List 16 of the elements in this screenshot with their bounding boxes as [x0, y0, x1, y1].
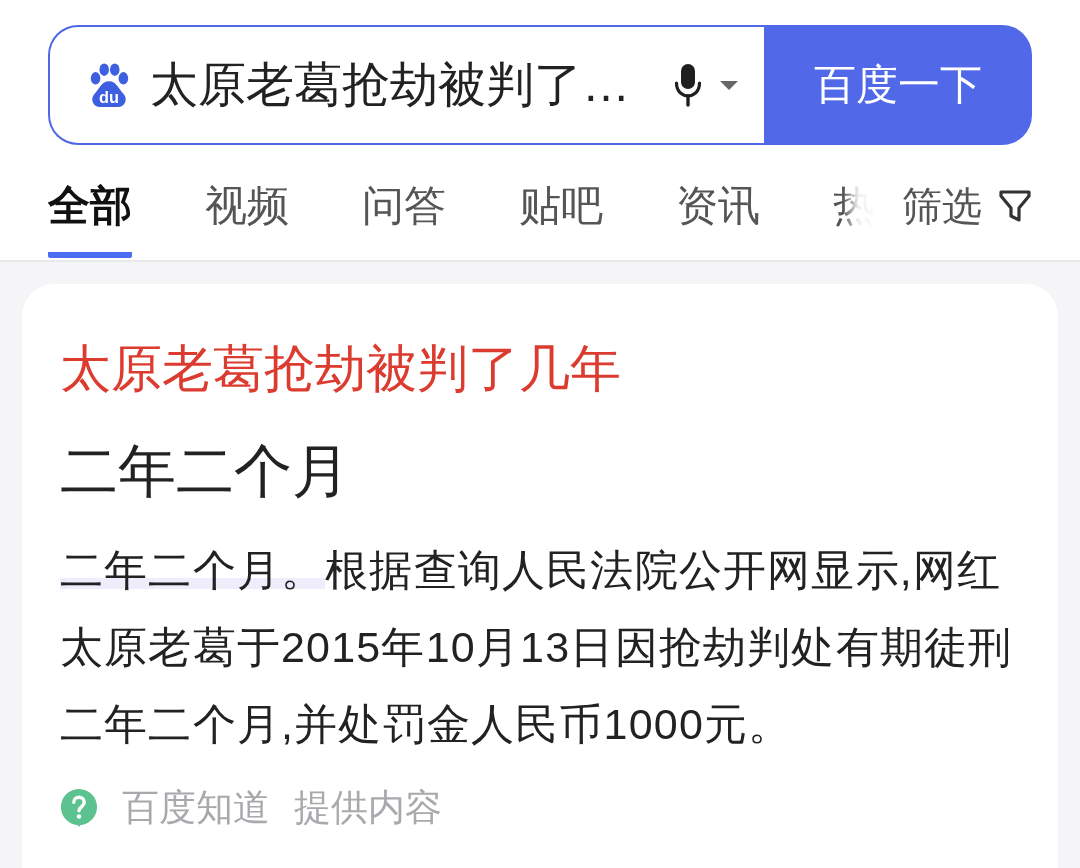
filter-button[interactable]: 筛选 — [902, 181, 1032, 231]
question-bubble-icon — [60, 788, 98, 828]
tab[interactable]: 视频 — [205, 181, 289, 258]
search-button[interactable]: 百度一下 — [764, 25, 1032, 145]
answer-heading: 二年二个月 — [60, 437, 351, 505]
search-field[interactable]: du 太原老葛抢劫被判了… — [48, 25, 764, 145]
tab[interactable]: 资讯 — [676, 181, 760, 258]
tab[interactable]: 全部 — [48, 181, 132, 258]
source-note: 提供内容 — [294, 786, 442, 830]
answer-text: 二年二个月。根据查询人民法院公开网显示,网红太原老葛于2015年10月13日因抢劫判处有期徒刑二年二个月,并处罚金人民币1000元。 — [60, 545, 1014, 750]
tab[interactable]: 问答 — [362, 181, 446, 258]
result-title[interactable]: 太原老葛抢劫被判了几年 — [60, 339, 621, 399]
caret-icon[interactable] — [720, 80, 738, 90]
filter-icon[interactable] — [998, 189, 1032, 223]
tab[interactable]: 贴吧 — [519, 181, 603, 258]
microphone-icon[interactable] — [674, 63, 702, 107]
